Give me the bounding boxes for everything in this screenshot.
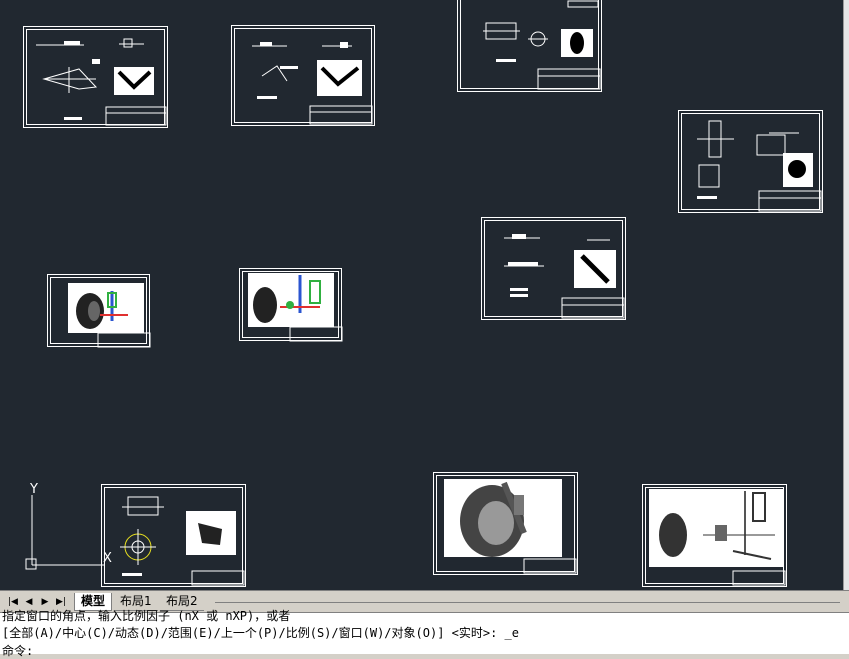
command-prompt[interactable]: 命令:: [2, 642, 33, 659]
horizontal-scrollbar[interactable]: [215, 602, 840, 603]
model-space-canvas[interactable]: Y X: [0, 0, 843, 590]
command-history-line-2: [全部(A)/中心(C)/动态(D)/范围(E)/上一个(P)/比例(S)/窗口…: [2, 626, 519, 640]
vertical-scrollbar[interactable]: [843, 0, 849, 590]
command-history-line-1: 指定窗口的角点，输入比例因子 (nX 或 nXP)，或者: [2, 609, 291, 623]
ucs-x-label: X: [103, 551, 112, 566]
ucs-icon: Y X: [25, 482, 112, 570]
command-line-window[interactable]: 指定窗口的角点，输入比例因子 (nX 或 nXP)，或者 [全部(A)/中心(C…: [0, 609, 849, 658]
ucs-y-label: Y: [29, 482, 38, 497]
